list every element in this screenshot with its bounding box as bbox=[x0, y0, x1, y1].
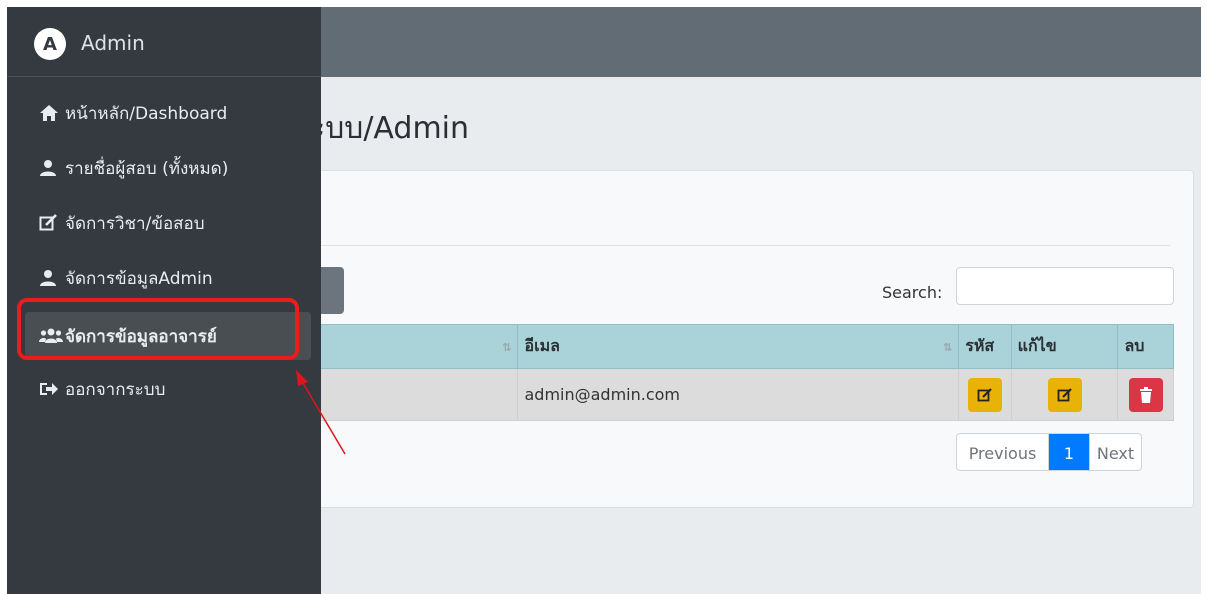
edit-button[interactable] bbox=[1047, 377, 1082, 412]
trash-icon bbox=[1139, 386, 1152, 403]
sidebar: A Admin หน้าหลัก/Dashboard รายชื่อผู้สอบ… bbox=[7, 7, 321, 594]
current-page-button[interactable]: 1 bbox=[1049, 434, 1089, 470]
cell-name bbox=[311, 368, 519, 421]
search-label: Search: bbox=[882, 283, 943, 302]
sidebar-item-admin[interactable]: จัดการข้อมูลAdmin bbox=[25, 254, 311, 302]
next-page-button[interactable]: Next bbox=[1089, 434, 1141, 470]
column-header-email[interactable]: อีเมล ⇅ bbox=[517, 324, 960, 369]
user-icon bbox=[25, 159, 65, 177]
sidebar-item-label: จัดการข้อมูลอาจารย์ bbox=[65, 326, 217, 347]
pagination: Previous 1 Next bbox=[956, 433, 1142, 471]
sidebar-item-label: รายชื่อผู้สอบ (ทั้งหมด) bbox=[65, 158, 229, 179]
column-header-id[interactable]: รหัส bbox=[958, 324, 1012, 369]
sidebar-item-teachers[interactable]: จัดการข้อมูลอาจารย์ bbox=[25, 312, 311, 360]
column-header-delete[interactable]: ลบ bbox=[1117, 324, 1174, 369]
sidebar-item-logout[interactable]: ออกจากระบบ bbox=[25, 365, 311, 413]
column-header-name[interactable]: ⇅ bbox=[311, 324, 519, 369]
brand-logo: A bbox=[34, 28, 66, 60]
sidebar-item-label: จัดการวิชา/ข้อสอบ bbox=[65, 213, 205, 234]
sidebar-item-label: หน้าหลัก/Dashboard bbox=[65, 103, 228, 124]
table-header-row: ⇅ อีเมล ⇅ รหัส แก้ไข ลบ bbox=[311, 324, 1174, 369]
cell-email: admin@admin.com bbox=[517, 368, 960, 421]
previous-page-button[interactable]: Previous bbox=[957, 434, 1049, 470]
table-row: admin@admin.com bbox=[311, 368, 1174, 421]
edit-icon bbox=[1057, 387, 1072, 401]
brand-link[interactable]: A Admin bbox=[7, 7, 321, 77]
column-header-edit[interactable]: แก้ไข bbox=[1010, 324, 1119, 369]
sort-icon: ⇅ bbox=[943, 341, 953, 354]
cell-edit-action bbox=[1010, 368, 1119, 421]
cell-delete-action bbox=[1117, 368, 1174, 421]
sidebar-item-label: จัดการข้อมูลAdmin bbox=[65, 268, 213, 289]
delete-button[interactable] bbox=[1128, 377, 1163, 412]
home-icon bbox=[25, 104, 65, 122]
sidebar-item-dashboard[interactable]: หน้าหลัก/Dashboard bbox=[25, 89, 311, 137]
card-divider bbox=[312, 245, 1170, 246]
users-icon bbox=[25, 327, 65, 345]
sign-out-icon bbox=[25, 381, 65, 397]
sidebar-item-examinees[interactable]: รายชื่อผู้สอบ (ทั้งหมด) bbox=[25, 144, 311, 192]
view-id-button[interactable] bbox=[967, 377, 1002, 412]
edit-icon bbox=[25, 214, 65, 232]
search-input[interactable] bbox=[956, 267, 1174, 305]
sidebar-item-subjects[interactable]: จัดการวิชา/ข้อสอบ bbox=[25, 199, 311, 247]
sidebar-item-label: ออกจากระบบ bbox=[65, 379, 166, 400]
admin-table: ⇅ อีเมล ⇅ รหัส แก้ไข ลบ admin@admin.com bbox=[311, 324, 1174, 421]
cell-id-action bbox=[958, 368, 1012, 421]
brand-name: Admin bbox=[81, 31, 145, 55]
sort-icon: ⇅ bbox=[502, 341, 512, 354]
edit-icon bbox=[977, 387, 992, 401]
user-icon bbox=[25, 269, 65, 287]
admin-table-card: Search: ⇅ อีเมล ⇅ รหัส แก้ไข ลบ admin@ad… bbox=[293, 170, 1194, 508]
